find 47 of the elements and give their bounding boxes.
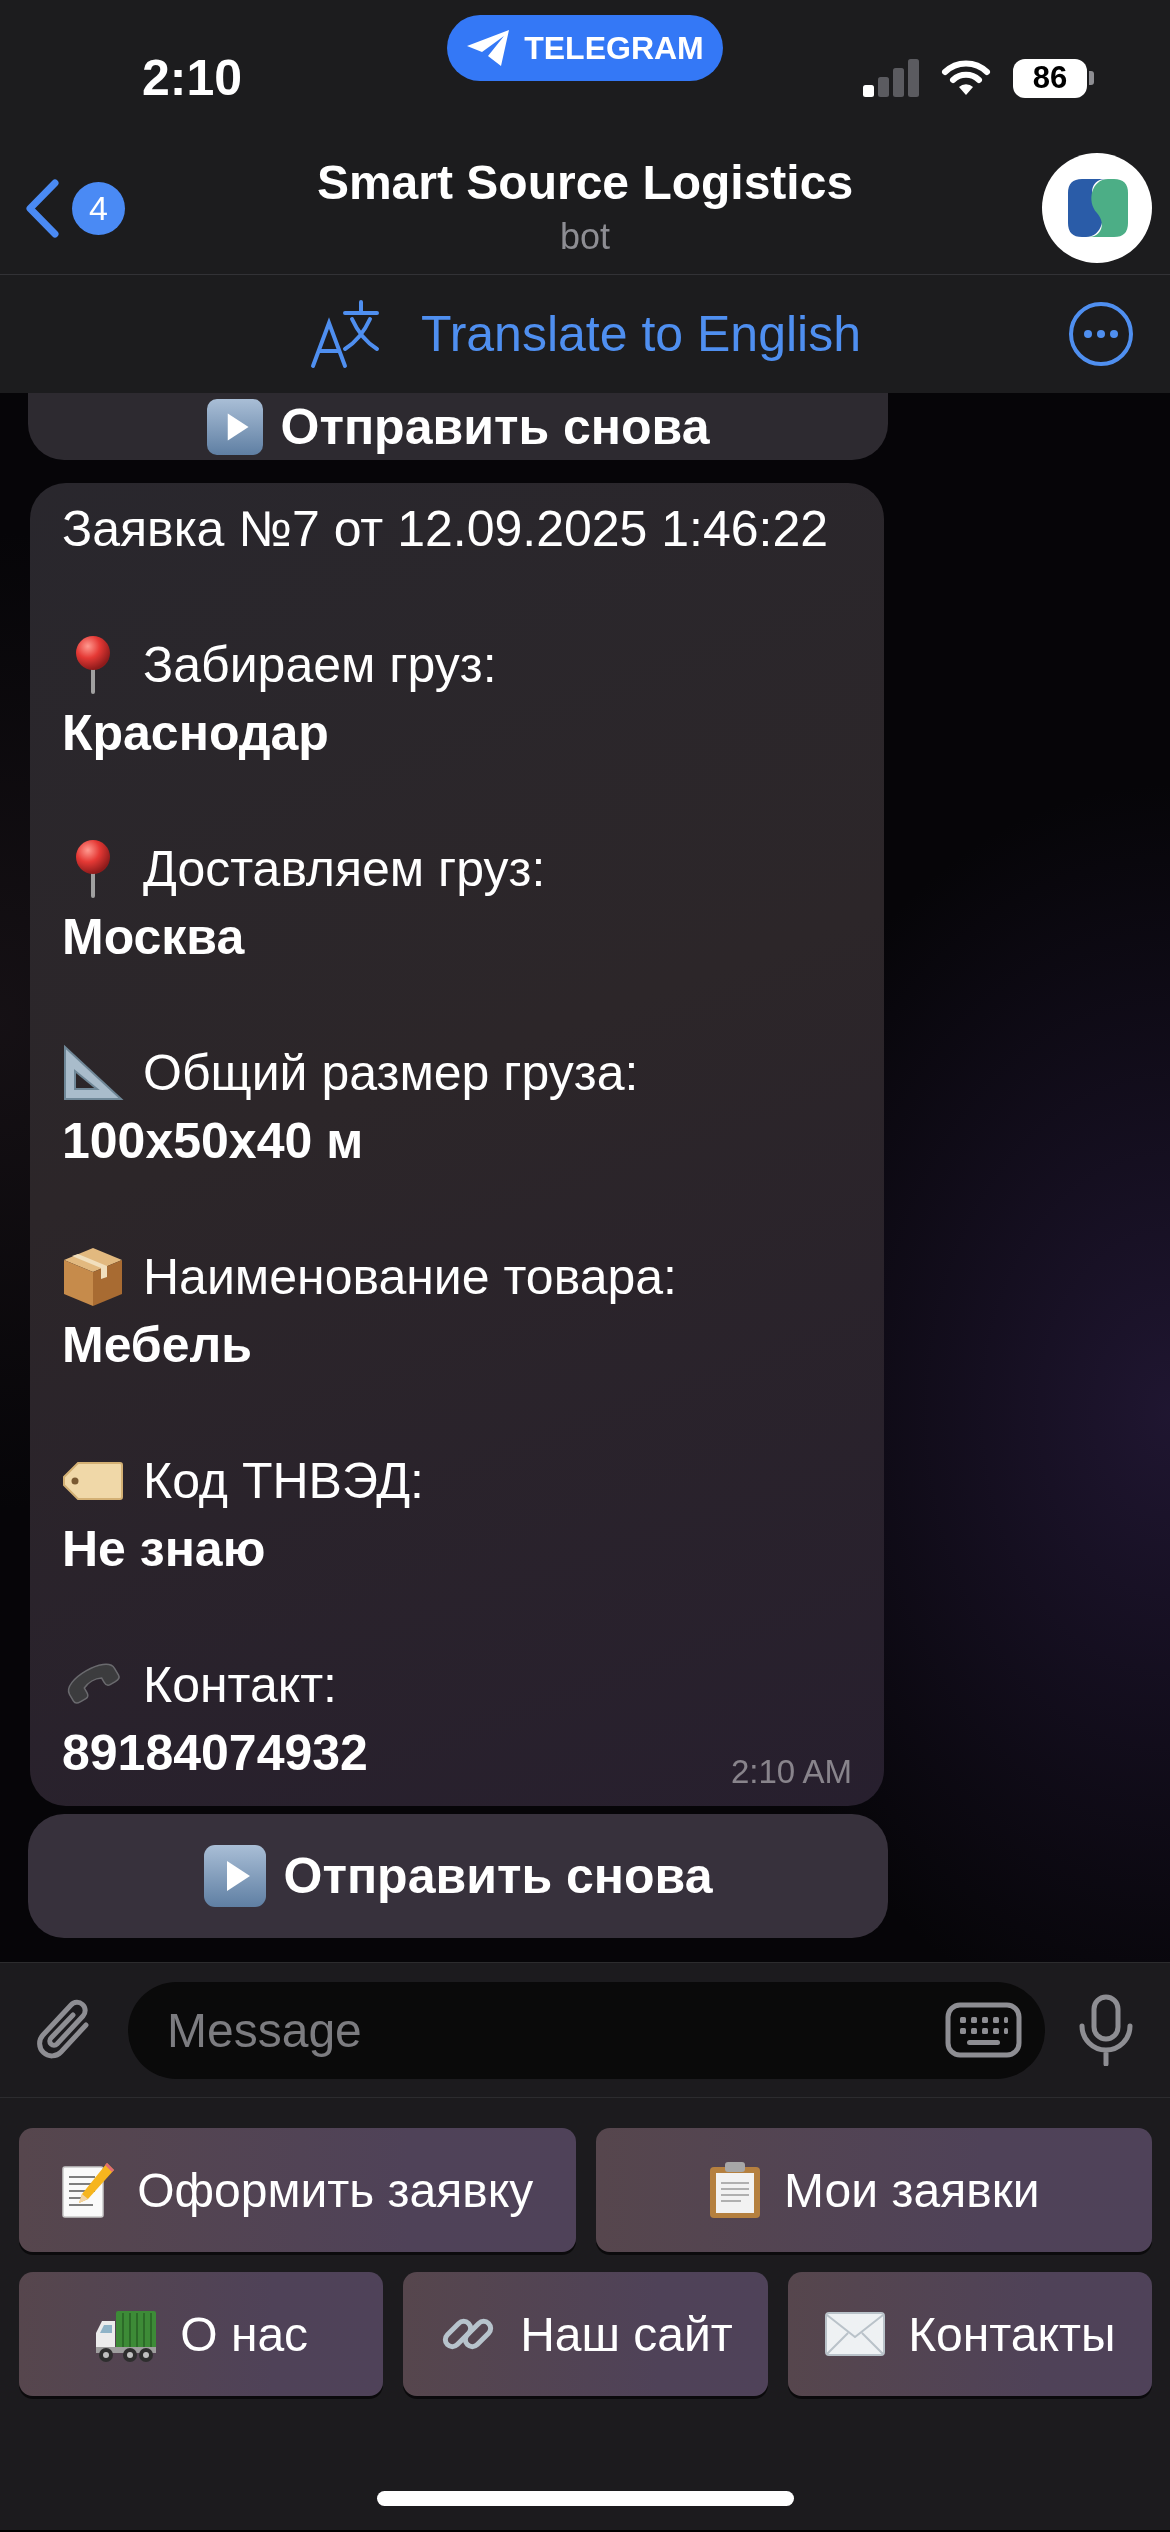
envelope-icon — [824, 2311, 887, 2357]
field-label: Наименование товара: — [143, 1248, 677, 1307]
back-icon[interactable] — [24, 178, 60, 238]
tag-icon — [62, 1461, 124, 1501]
chat-title: Smart Source Logistics — [316, 155, 854, 211]
field-label: Забираем груз: — [143, 636, 497, 695]
keyboard-button[interactable]: Мои заявки — [595, 2128, 1152, 2252]
resend-button[interactable]: Отправить снова — [28, 1814, 888, 1938]
keyboard-icon[interactable] — [945, 2001, 1022, 2058]
package-icon — [62, 1246, 124, 1308]
clipboard-icon — [708, 2161, 763, 2219]
field-label: Доставляем груз: — [143, 840, 546, 899]
status-time: 2:10 — [142, 49, 243, 108]
translate-button[interactable]: Translate to English — [308, 299, 861, 369]
signal-icon — [863, 59, 919, 97]
keyboard-button[interactable]: Наш сайт — [403, 2272, 768, 2396]
pin-icon — [73, 636, 113, 694]
translate-icon — [308, 299, 381, 369]
field-label: Код ТНВЭД: — [143, 1452, 424, 1511]
play-icon — [203, 1845, 266, 1907]
resend-button[interactable]: Отправить снова — [28, 393, 888, 460]
play-icon — [206, 398, 263, 455]
microphone-icon[interactable] — [1077, 1994, 1135, 2066]
keyboard-button[interactable]: Оформить заявку — [19, 2128, 576, 2252]
message-input-field[interactable]: Message — [128, 1981, 1045, 2079]
field-label: Контакт: — [143, 1656, 337, 1715]
keyboard-button[interactable]: О нас — [19, 2272, 384, 2396]
wifi-icon — [941, 60, 991, 96]
field-value: Краснодар — [62, 704, 329, 763]
field-value: Москва — [62, 908, 245, 967]
chat-subtitle: bot — [559, 215, 610, 259]
field-value: Мебель — [62, 1316, 252, 1375]
message-title: Заявка №7 от 12.09.2025 1:46:22 — [62, 500, 829, 559]
more-icon[interactable] — [1068, 301, 1134, 367]
unread-count-badge: 4 — [72, 181, 125, 235]
paper-plane-icon — [466, 29, 511, 67]
logo-icon[interactable] — [1042, 153, 1152, 263]
notepad-pencil-icon — [61, 2161, 116, 2219]
pin-icon — [73, 840, 113, 898]
back-to-app-button[interactable]: TELEGRAM — [447, 15, 723, 81]
keyboard-button[interactable]: Контакты — [787, 2272, 1152, 2396]
field-value: 100x50x40 м — [62, 1112, 364, 1171]
field-value: 89184074932 — [62, 1724, 368, 1783]
battery-indicator: 86 — [1013, 58, 1094, 98]
message-time: 2:10 AM — [730, 1752, 852, 1792]
field-value: Не знаю — [62, 1520, 266, 1579]
field-label: Общий размер груза: — [143, 1044, 639, 1103]
